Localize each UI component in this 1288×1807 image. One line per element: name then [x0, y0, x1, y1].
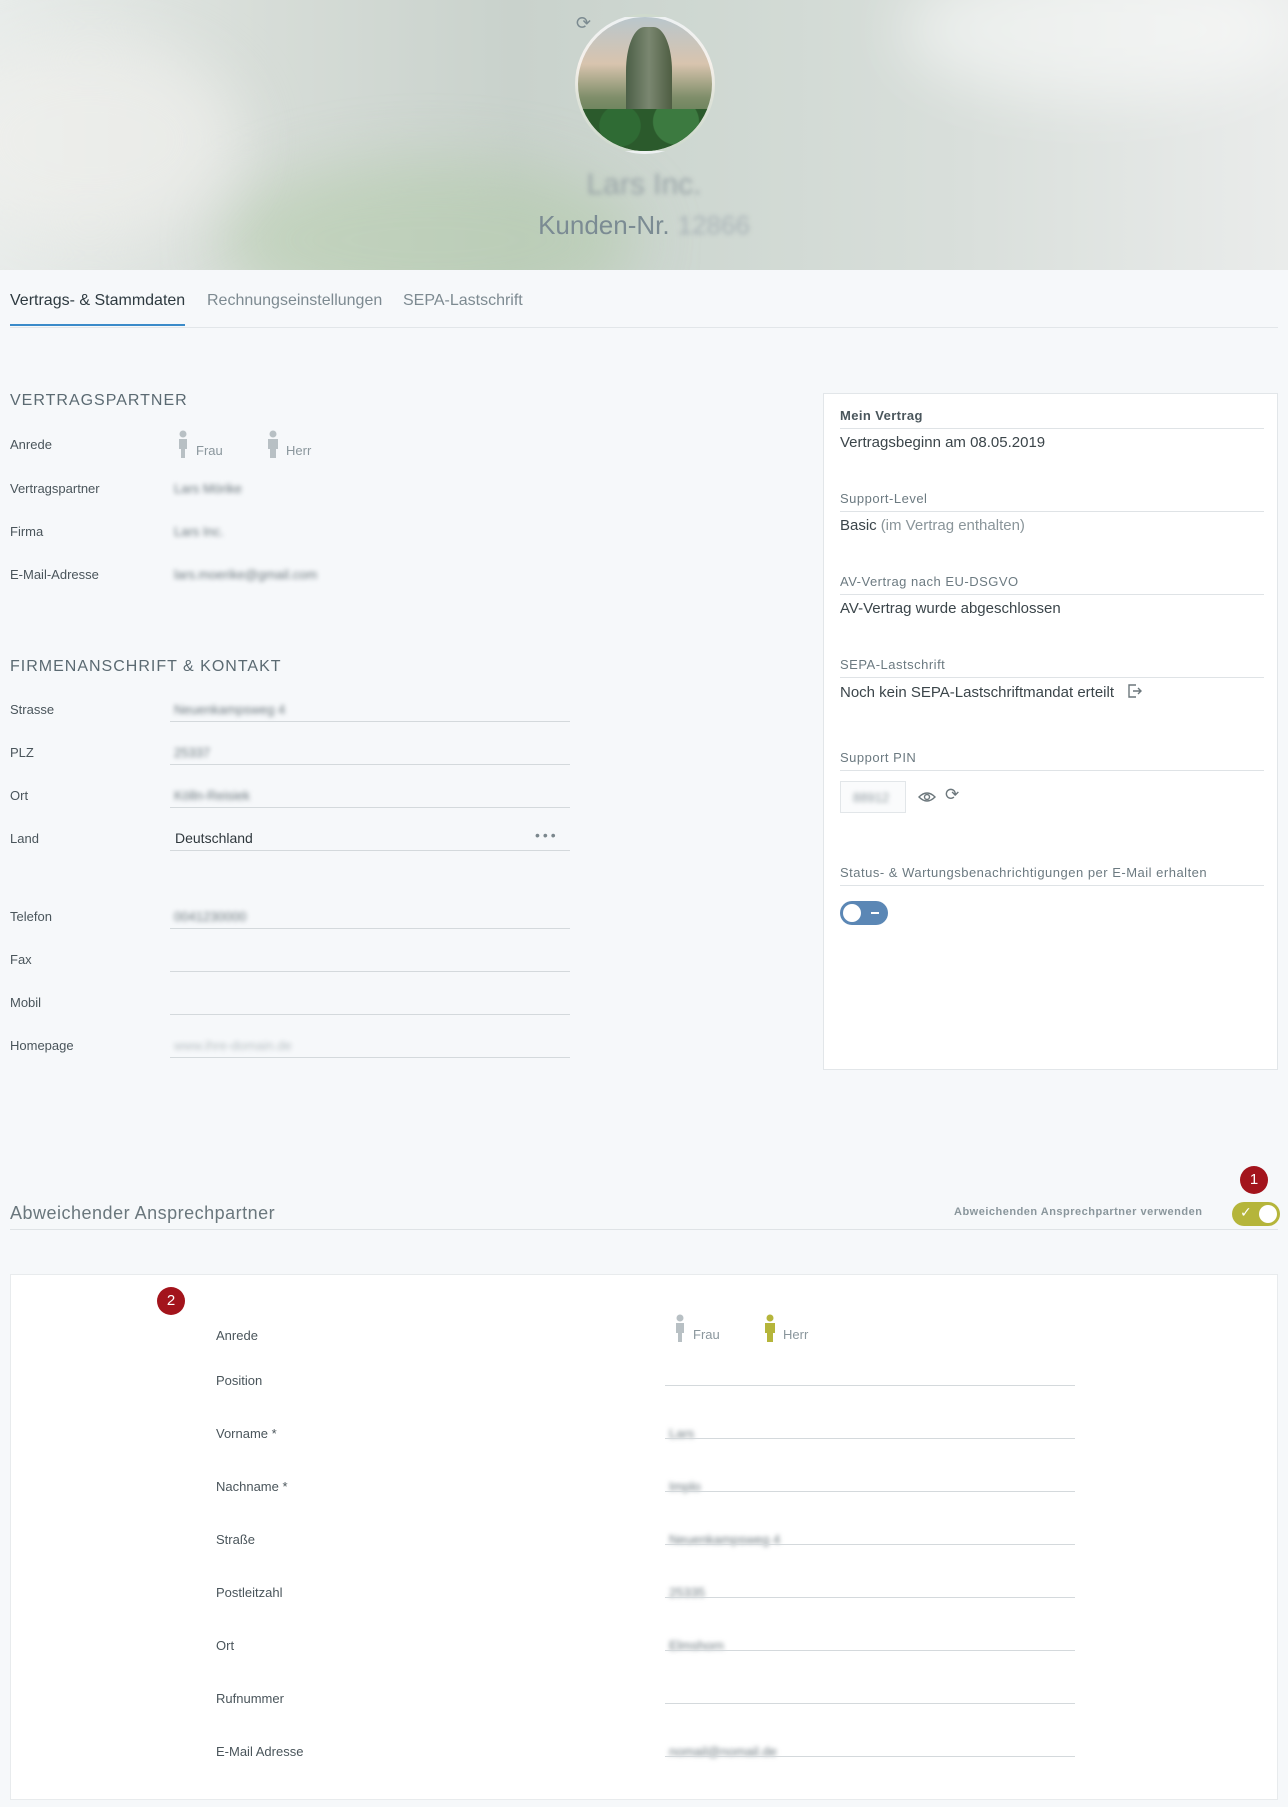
fax-input-line[interactable]: [170, 971, 570, 972]
section-anschrift-title: FIRMENANSCHRIFT & KONTAKT: [10, 658, 282, 675]
ap-anrede-frau-option[interactable]: Frau: [673, 1314, 720, 1342]
mein-vertrag-title: Mein Vertrag: [840, 408, 923, 423]
refresh-avatar-icon[interactable]: ⟳: [576, 14, 594, 32]
land-label: Land: [10, 831, 39, 846]
anrede-herr-option[interactable]: Herr: [266, 430, 311, 458]
ap-plz-input[interactable]: [665, 1597, 1075, 1598]
tab-sepa-lastschrift[interactable]: SEPA-Lastschrift: [403, 292, 523, 324]
plz-label: PLZ: [10, 745, 34, 760]
ap-ort-label: Ort: [216, 1638, 235, 1653]
ansprechpartner-title: Abweichender Ansprechpartner: [10, 1203, 276, 1223]
ap-strasse-label: Straße: [216, 1532, 256, 1547]
ap-anrede-herr-option[interactable]: Herr: [763, 1314, 808, 1342]
avatar[interactable]: [575, 14, 715, 154]
ap-email-input[interactable]: [665, 1756, 1075, 1757]
email-label: E-Mail-Adresse: [10, 567, 99, 582]
sepa-title: SEPA-Lastschrift: [840, 657, 946, 672]
support-pin-title: Support PIN: [840, 750, 917, 765]
support-level-value: Basic (im Vertrag enthalten): [840, 517, 1025, 534]
homepage-placeholder[interactable]: www.ihre-domain.de: [174, 1038, 292, 1053]
ap-vorname-label: Vorname *: [216, 1426, 277, 1441]
ap-plz-label: Postleitzahl: [216, 1585, 283, 1600]
strasse-value[interactable]: Neuenkampsweg 4: [174, 702, 285, 717]
mobil-label: Mobil: [10, 995, 42, 1010]
refresh-pin-icon[interactable]: ⟳: [945, 785, 959, 805]
ap-nachname-input[interactable]: [665, 1491, 1075, 1492]
sepa-status-text: Noch kein SEPA-Lastschriftmandat erteilt: [840, 684, 1115, 701]
ap-frau-label: Frau: [693, 1327, 720, 1342]
section-vertragspartner-title: VERTRAGSPARTNER: [10, 392, 188, 409]
av-vertrag-title: AV-Vertrag nach EU-DSGVO: [840, 574, 1019, 589]
ort-value[interactable]: Kölln-Reisiek: [174, 788, 250, 803]
ap-email-label: E-Mail Adresse: [216, 1744, 304, 1759]
plz-value[interactable]: 25337: [174, 745, 210, 760]
contract-card: Mein Vertrag Vertragsbeginn am 08.05.201…: [823, 393, 1278, 1070]
customer-number: Kunden-Nr. 12866: [0, 210, 1288, 241]
support-level-note: (im Vertrag enthalten): [880, 517, 1025, 534]
tab-vertrags-stammdaten[interactable]: Vertrags- & Stammdaten: [10, 292, 186, 326]
ap-position-label: Position: [216, 1373, 263, 1388]
customer-number-label: Kunden-Nr.: [538, 210, 670, 240]
tab-rechnungseinstellungen[interactable]: Rechnungseinstellungen: [207, 292, 382, 324]
firma-label: Firma: [10, 524, 44, 539]
more-dots-icon[interactable]: •••: [535, 827, 559, 843]
anrede-frau-option[interactable]: Frau: [176, 430, 223, 458]
ansprechpartner-toggle[interactable]: ✓: [1232, 1202, 1280, 1226]
ap-herr-label: Herr: [783, 1327, 809, 1342]
ap-nachname-label: Nachname *: [216, 1479, 288, 1494]
telefon-value[interactable]: 0041230000: [174, 909, 246, 924]
telefon-label: Telefon: [10, 909, 52, 924]
strasse-input-line[interactable]: [170, 721, 570, 722]
telefon-input-line[interactable]: [170, 928, 570, 929]
male-person-icon: [268, 430, 278, 458]
ansprechpartner-toggle-label: Abweichenden Ansprechpartner verwenden: [954, 1206, 1203, 1218]
female-person-icon: [676, 1314, 684, 1342]
anrede-label: Anrede: [10, 437, 52, 452]
fax-label: Fax: [10, 952, 32, 967]
external-link-icon[interactable]: [1126, 683, 1143, 699]
ap-strasse-input[interactable]: [665, 1544, 1075, 1545]
strasse-label: Strasse: [10, 702, 55, 717]
ap-ort-input[interactable]: [665, 1650, 1075, 1651]
profile-header: ⟳ Lars Inc. Kunden-Nr. 12866: [0, 0, 1288, 270]
status-notification-toggle[interactable]: [840, 901, 888, 925]
av-vertrag-value: AV-Vertrag wurde abgeschlossen: [840, 600, 1061, 617]
callout-badge-1: 1: [1240, 1166, 1268, 1194]
firma-value: Lars Inc.: [174, 524, 224, 539]
company-name: Lars Inc.: [586, 168, 702, 201]
vertragspartner-value: Lars Mörike: [174, 481, 242, 496]
sepa-value: Noch kein SEPA-Lastschriftmandat erteilt: [840, 683, 1143, 701]
support-level-title: Support-Level: [840, 491, 928, 506]
support-pin-value: 88912: [853, 790, 890, 805]
email-value: lars.moerike@gmail.com: [174, 567, 318, 582]
land-select[interactable]: Deutschland: [175, 830, 253, 846]
vertragspartner-label: Vertragspartner: [10, 481, 100, 496]
homepage-label: Homepage: [10, 1038, 74, 1053]
ap-rufnummer-input[interactable]: [665, 1703, 1075, 1704]
plz-input-line[interactable]: [170, 764, 570, 765]
ap-vorname-input[interactable]: [665, 1438, 1075, 1439]
ap-rufnummer-label: Rufnummer: [216, 1691, 284, 1706]
male-person-icon: [765, 1314, 775, 1342]
homepage-input-line[interactable]: [170, 1057, 570, 1058]
female-person-icon: [179, 430, 187, 458]
customer-number-value: 12866: [677, 210, 750, 240]
mobil-input-line[interactable]: [170, 1014, 570, 1015]
anrede-frau-label: Frau: [196, 443, 223, 458]
ort-label: Ort: [10, 788, 29, 803]
land-select-line[interactable]: [170, 850, 570, 851]
ap-position-input[interactable]: [665, 1385, 1075, 1386]
ort-input-line[interactable]: [170, 807, 570, 808]
ap-anrede-label: Anrede: [216, 1328, 258, 1343]
ansprechpartner-form: 2 Anrede Frau Herr Position Vorname * La…: [10, 1274, 1278, 1800]
callout-badge-2: 2: [157, 1287, 185, 1315]
eye-icon[interactable]: [918, 790, 936, 804]
tab-bar: Vertrags- & Stammdaten Rechnungseinstell…: [10, 286, 1278, 328]
anrede-herr-label: Herr: [286, 443, 312, 458]
support-level-name: Basic: [840, 517, 877, 534]
status-notification-title: Status- & Wartungsbenachrichtigungen per…: [840, 865, 1208, 880]
vertragsbeginn-value: Vertragsbeginn am 08.05.2019: [840, 434, 1046, 451]
support-pin-field: 88912: [840, 781, 906, 813]
